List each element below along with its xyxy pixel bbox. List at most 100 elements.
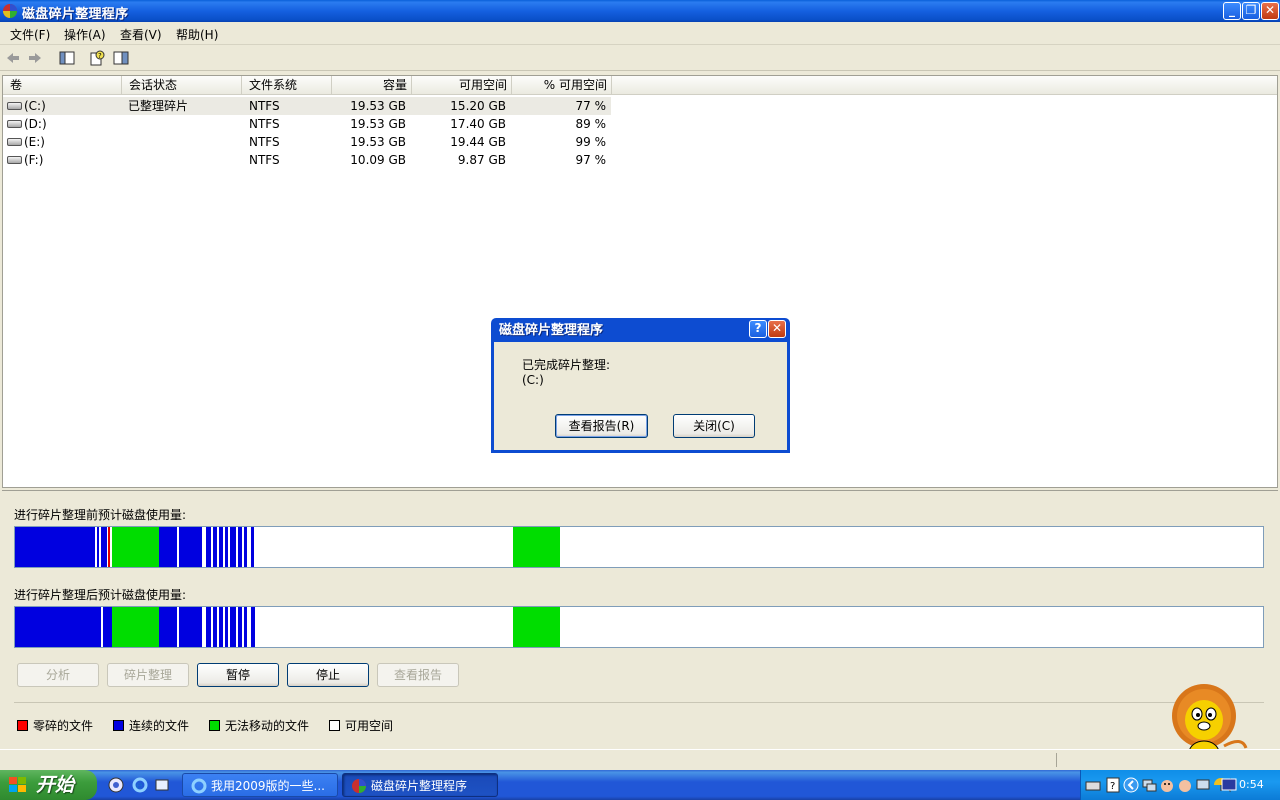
column-header-session-status[interactable]: 会话状态 xyxy=(122,76,242,95)
help-icon[interactable]: ? xyxy=(1105,777,1121,793)
free-swatch xyxy=(329,720,340,731)
column-header-filler xyxy=(612,76,1277,95)
svg-text:?: ? xyxy=(98,52,102,60)
keyboard-icon[interactable] xyxy=(1085,777,1101,793)
quicklaunch-ie-icon[interactable]: e xyxy=(132,777,148,793)
map-segment-contiguous xyxy=(219,607,223,647)
close-button[interactable]: ✕ xyxy=(1261,2,1279,20)
restore-button[interactable]: ❐ xyxy=(1242,2,1260,20)
dialog-help-button[interactable]: ? xyxy=(749,320,767,338)
volume-capacity: 19.53 GB xyxy=(350,135,406,149)
menu-view[interactable]: 查看(V) xyxy=(120,26,162,43)
column-header-volume[interactable]: 卷 xyxy=(3,76,122,95)
volume-pct: 97 % xyxy=(575,153,607,167)
quicklaunch-desktop-icon[interactable] xyxy=(154,777,170,793)
volume-free: 9.87 GB xyxy=(457,153,506,167)
dialog-close-button[interactable]: ✕ xyxy=(768,320,786,338)
start-button[interactable]: 开始 xyxy=(0,770,97,800)
map-segment-contiguous xyxy=(230,527,236,567)
minimize-button[interactable]: _ xyxy=(1223,2,1241,20)
dialog-title: 磁盘碎片整理程序 xyxy=(499,323,604,338)
volume-pct: 77 % xyxy=(575,99,607,113)
divider xyxy=(14,702,1264,703)
column-header-capacity[interactable]: 容量 xyxy=(332,76,412,95)
qq-penguin-icon[interactable] xyxy=(1159,777,1175,793)
status-divider xyxy=(1056,753,1057,767)
back-arrow-icon[interactable] xyxy=(4,49,22,67)
map-segment-contiguous xyxy=(206,607,211,647)
map-segment-unmovable xyxy=(513,527,560,567)
contiguous-swatch xyxy=(113,720,124,731)
close-icon: ✕ xyxy=(771,321,783,335)
chevron-left-icon[interactable] xyxy=(1123,777,1139,793)
defrag-complete-dialog: 磁盘碎片整理程序 ? ✕ 已完成碎片整理: (C:) 查看报告(R) 关闭(C) xyxy=(491,318,790,453)
forward-arrow-icon[interactable] xyxy=(26,49,44,67)
defrag-button[interactable]: 碎片整理 xyxy=(107,663,189,687)
map-segment-unmovable xyxy=(513,607,560,647)
dialog-view-report-button[interactable]: 查看报告(R) xyxy=(555,414,648,438)
display-icon[interactable] xyxy=(1195,777,1211,793)
show-hide-console-icon[interactable] xyxy=(58,49,76,67)
volume-row-e[interactable]: (E:) NTFS 19.53 GB 19.44 GB 99 % xyxy=(3,133,611,151)
taskbar-item-defrag[interactable]: 磁盘碎片整理程序 xyxy=(342,773,498,797)
pet-icon[interactable] xyxy=(1177,777,1193,793)
svg-text:e: e xyxy=(136,779,143,792)
map-segment-contiguous xyxy=(101,527,107,567)
legend-contiguous-label: 连续的文件 xyxy=(129,719,190,733)
menu-bar: 文件(F) 操作(A) 查看(V) 帮助(H) xyxy=(0,22,1280,45)
column-header-pct-free[interactable]: % 可用空间 xyxy=(512,76,612,95)
taskbar: 开始 e 我用2009版的一些... 磁盘碎片整理程序 ? 0:54 xyxy=(0,770,1280,800)
after-map-label: 进行碎片整理后预计磁盘使用量: xyxy=(14,588,187,602)
map-segment-contiguous xyxy=(179,607,202,647)
map-segment-unmovable xyxy=(112,607,159,647)
volume-free: 19.44 GB xyxy=(450,135,506,149)
map-segment-contiguous xyxy=(225,527,228,567)
monitor-icon[interactable] xyxy=(1221,777,1237,793)
map-segment-contiguous xyxy=(179,527,202,567)
volume-pct: 89 % xyxy=(575,117,607,131)
pause-button[interactable]: 暂停 xyxy=(197,663,279,687)
defrag-app-icon xyxy=(3,4,17,18)
help-properties-icon[interactable]: ? xyxy=(88,49,106,67)
map-segment-contiguous xyxy=(244,527,247,567)
fragmented-swatch xyxy=(17,720,28,731)
network-icon[interactable] xyxy=(1141,777,1157,793)
volume-name: (D:) xyxy=(24,117,47,131)
legend-contiguous: 连续的文件 xyxy=(113,717,189,734)
column-header-free-space[interactable]: 可用空间 xyxy=(412,76,512,95)
drive-icon xyxy=(7,120,22,128)
window-title: 磁盘碎片整理程序 xyxy=(22,7,129,22)
column-header-filesystem[interactable]: 文件系统 xyxy=(242,76,332,95)
volume-row-c[interactable]: (C:) 已整理碎片 NTFS 19.53 GB 15.20 GB 77 % xyxy=(3,97,611,115)
volume-row-d[interactable]: (D:) NTFS 19.53 GB 17.40 GB 89 % xyxy=(3,115,611,133)
taskbar-item-browser[interactable]: 我用2009版的一些... xyxy=(182,773,338,797)
legend-fragmented-label: 零碎的文件 xyxy=(33,719,94,733)
menu-file[interactable]: 文件(F) xyxy=(10,26,50,43)
status-bar xyxy=(0,749,1280,769)
volume-row-f[interactable]: (F:) NTFS 10.09 GB 9.87 GB 97 % xyxy=(3,151,611,169)
volume-name: (E:) xyxy=(24,135,45,149)
dialog-close-action-button[interactable]: 关闭(C) xyxy=(673,414,755,438)
map-segment-fragmented xyxy=(108,527,110,567)
quicklaunch-media-icon[interactable] xyxy=(108,777,124,793)
view-report-button[interactable]: 查看报告 xyxy=(377,663,459,687)
map-segment-contiguous xyxy=(225,607,228,647)
menu-help[interactable]: 帮助(H) xyxy=(176,26,218,43)
map-segment-unmovable xyxy=(112,527,159,567)
minimize-icon: _ xyxy=(1229,3,1235,17)
volume-status: 已整理碎片 xyxy=(128,99,189,113)
toolbar: ? xyxy=(0,45,1280,71)
details-view-icon[interactable] xyxy=(112,49,130,67)
menu-action[interactable]: 操作(A) xyxy=(64,26,106,43)
title-bar: 磁盘碎片整理程序 _ ❐ ✕ xyxy=(0,0,1280,22)
svg-text:?: ? xyxy=(1110,781,1115,792)
after-disk-map xyxy=(14,606,1264,648)
stop-button[interactable]: 停止 xyxy=(287,663,369,687)
map-segment-contiguous xyxy=(244,607,247,647)
legend-unmovable-label: 无法移动的文件 xyxy=(225,719,310,733)
analyze-button[interactable]: 分析 xyxy=(17,663,99,687)
clock: 0:54 xyxy=(1239,778,1264,791)
volume-fs: NTFS xyxy=(249,117,280,131)
drive-icon xyxy=(7,138,22,146)
volume-fs: NTFS xyxy=(249,153,280,167)
